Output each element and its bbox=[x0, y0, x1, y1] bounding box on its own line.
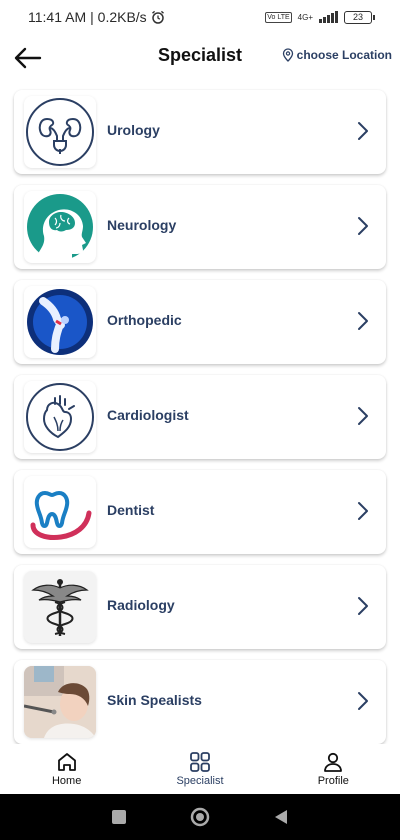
caduceus-icon bbox=[24, 571, 96, 643]
back-system-button[interactable] bbox=[273, 808, 289, 826]
nav-home-label: Home bbox=[51, 775, 82, 787]
specialist-card-urology[interactable]: Urology bbox=[14, 90, 386, 174]
triangle-back-icon bbox=[274, 810, 287, 824]
kidney-icon bbox=[24, 96, 96, 168]
choose-location-button[interactable]: choose Location bbox=[282, 48, 392, 62]
app-header: Specialist choose Location bbox=[0, 34, 400, 82]
specialist-label: Dentist bbox=[107, 502, 155, 518]
grid-icon bbox=[190, 752, 210, 772]
specialist-card-dentist[interactable]: Dentist bbox=[14, 470, 386, 554]
status-bar: 11:41 AM | 0.2KB/s Vo LTE 4G+ 23 bbox=[0, 0, 400, 34]
specialist-label: Neurology bbox=[107, 217, 177, 233]
home-icon bbox=[57, 753, 76, 771]
back-button[interactable] bbox=[12, 42, 44, 74]
chevron-right-icon bbox=[358, 502, 368, 520]
specialist-card-skin[interactable]: Skin Spealists bbox=[14, 660, 386, 744]
bottom-nav: Home Specialist Profile bbox=[0, 744, 400, 794]
specialist-label: Orthopedic bbox=[107, 312, 182, 328]
signal-icon bbox=[319, 11, 338, 23]
back-arrow-icon bbox=[14, 47, 42, 69]
location-pin-icon bbox=[282, 48, 293, 62]
nav-home[interactable]: Home bbox=[0, 744, 133, 794]
specialist-label: Urology bbox=[107, 122, 160, 138]
status-network-speed: | 0.2KB/s bbox=[90, 9, 147, 25]
chevron-right-icon bbox=[358, 217, 368, 235]
chevron-right-icon bbox=[358, 407, 368, 425]
specialist-card-orthopedic[interactable]: Orthopedic bbox=[14, 280, 386, 364]
specialist-label: Cardiologist bbox=[107, 407, 189, 423]
nav-profile[interactable]: Profile bbox=[267, 744, 400, 794]
network-type: 4G+ bbox=[297, 12, 313, 22]
alarm-icon bbox=[151, 10, 164, 24]
tooth-icon bbox=[24, 476, 96, 548]
nav-specialist[interactable]: Specialist bbox=[133, 744, 266, 794]
specialist-card-radiology[interactable]: Radiology bbox=[14, 565, 386, 649]
battery-level: 23 bbox=[352, 12, 363, 22]
specialist-card-cardiologist[interactable]: Cardiologist bbox=[14, 375, 386, 459]
battery-icon: 23 bbox=[344, 10, 375, 24]
circle-icon bbox=[190, 807, 210, 827]
status-right: Vo LTE 4G+ 23 bbox=[265, 10, 375, 24]
chevron-right-icon bbox=[358, 692, 368, 710]
square-icon bbox=[112, 810, 127, 824]
chevron-right-icon bbox=[358, 312, 368, 330]
volte-icon: Vo LTE bbox=[265, 11, 292, 23]
brain-head-icon bbox=[24, 191, 96, 263]
location-label: choose Location bbox=[296, 48, 392, 62]
status-left: 11:41 AM | 0.2KB/s bbox=[28, 9, 165, 25]
skin-treatment-photo bbox=[24, 666, 96, 738]
home-system-button[interactable] bbox=[190, 807, 210, 827]
knee-joint-icon bbox=[24, 286, 96, 358]
specialist-list: Urology Neurology Orthopedic Cardiologis… bbox=[14, 90, 386, 755]
heart-icon bbox=[24, 381, 96, 453]
status-time: 11:41 AM bbox=[28, 9, 87, 25]
nav-specialist-label: Specialist bbox=[176, 775, 224, 787]
nav-profile-label: Profile bbox=[317, 775, 349, 787]
specialist-label: Skin Spealists bbox=[107, 692, 202, 708]
system-nav-bar bbox=[0, 794, 400, 840]
profile-icon bbox=[324, 752, 343, 772]
chevron-right-icon bbox=[358, 597, 368, 615]
specialist-label: Radiology bbox=[107, 597, 175, 613]
recents-button[interactable] bbox=[111, 809, 127, 825]
chevron-right-icon bbox=[358, 122, 368, 140]
specialist-card-neurology[interactable]: Neurology bbox=[14, 185, 386, 269]
